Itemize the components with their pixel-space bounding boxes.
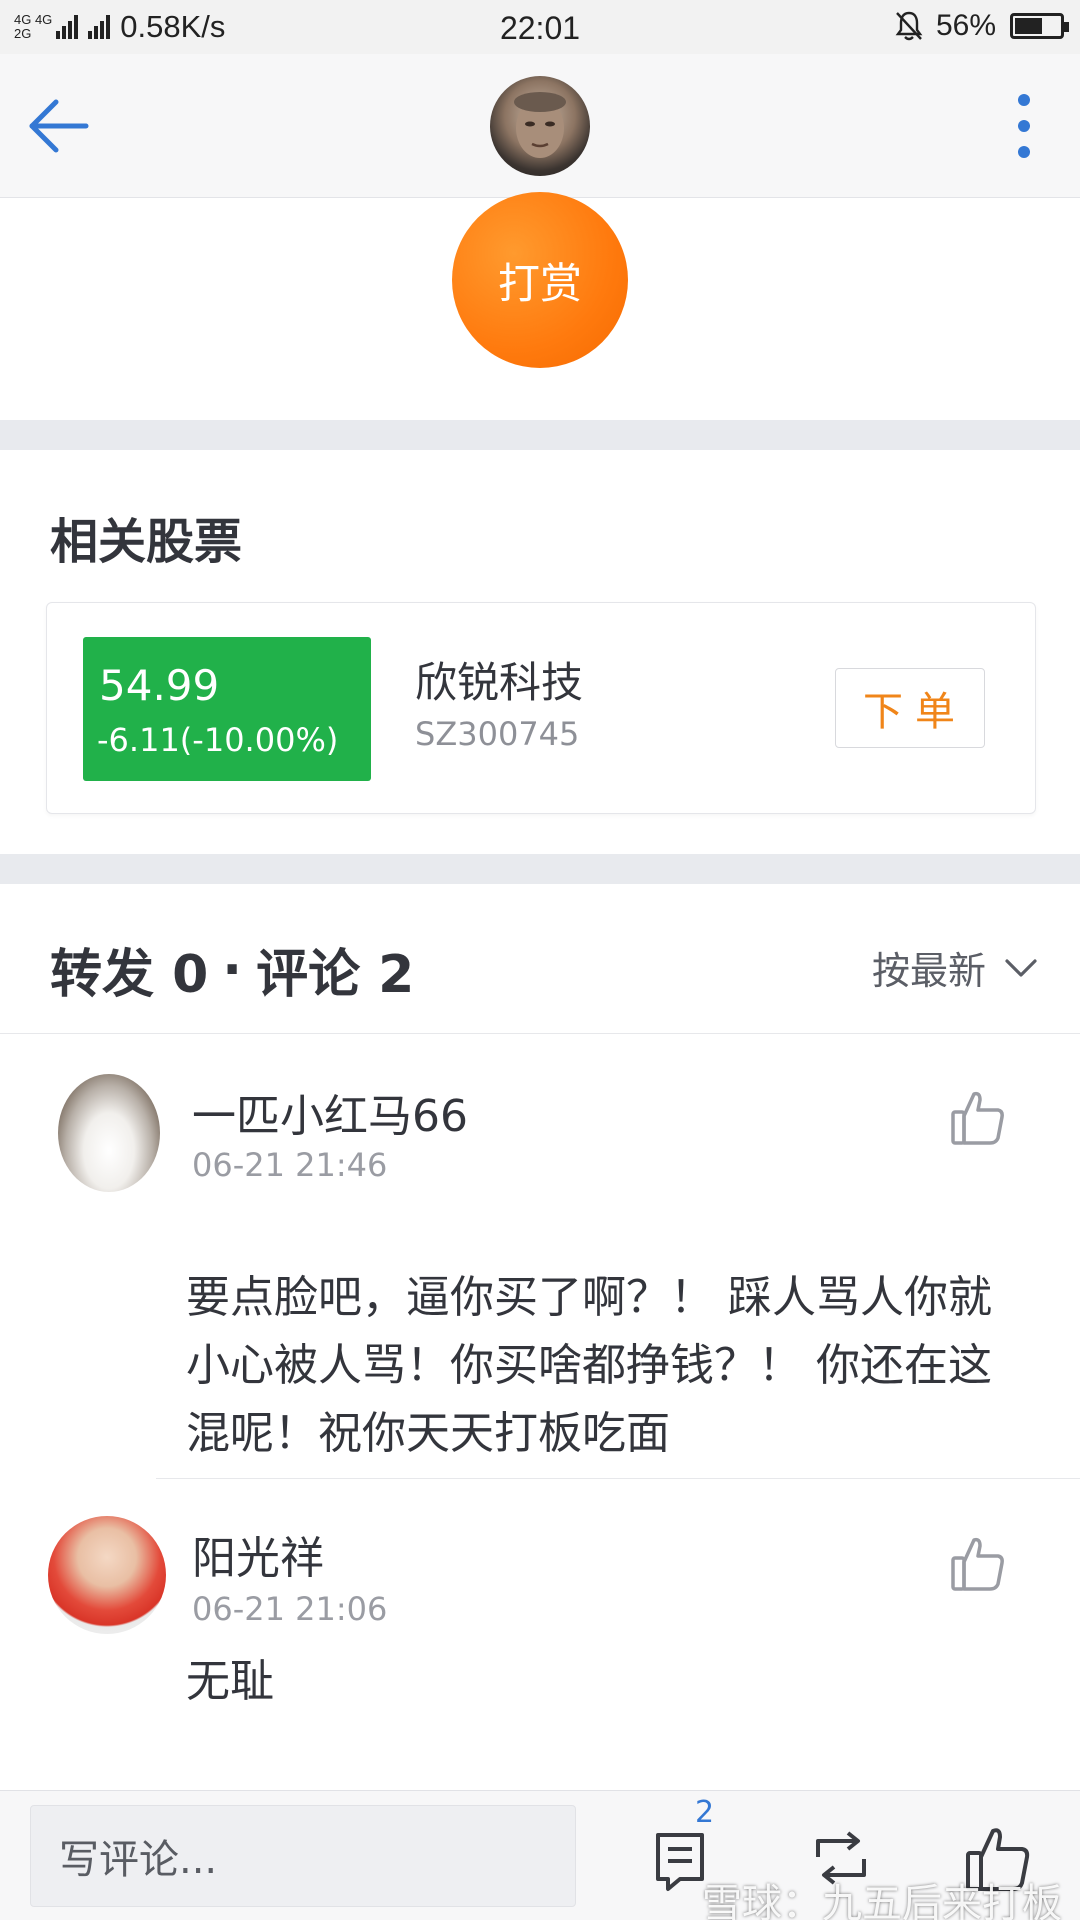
count-separator: ·: [222, 939, 243, 1000]
status-right: 56%: [894, 9, 1069, 43]
commenter-avatar[interactable]: [58, 1074, 160, 1192]
section-gap: [0, 420, 1080, 450]
commenter-avatar[interactable]: [48, 1516, 166, 1634]
stock-code: SZ300745: [415, 715, 580, 753]
stock-change: -6.11(-10.00%): [97, 721, 339, 759]
more-button[interactable]: [1012, 94, 1036, 158]
comment-count[interactable]: 评论 2: [256, 932, 414, 1007]
author-avatar[interactable]: [490, 76, 590, 176]
comment-time: 06-21 21:46: [192, 1146, 388, 1184]
comment-badge: 2: [695, 1795, 715, 1830]
comment-item: 一匹小红马66 06-21 21:46 要点脸吧，逼你买了啊？！ 踩人骂人你就小…: [0, 1034, 1080, 1459]
stock-card[interactable]: 54.99 -6.11(-10.00%) 欣锐科技 SZ300745 下单: [46, 602, 1036, 814]
back-button[interactable]: [26, 96, 92, 156]
like-button[interactable]: [950, 1088, 1006, 1146]
bottom-bar: 写评论... 2 雪球：九五后来打板: [0, 1790, 1080, 1920]
stock-price-box: 54.99 -6.11(-10.00%): [83, 637, 371, 781]
thumbs-up-icon: [951, 1091, 1004, 1145]
comments-count: 转发 0 · 评论 2: [50, 932, 414, 1007]
reward-button[interactable]: 打赏: [452, 192, 628, 368]
section-gap-2: [0, 854, 1080, 884]
forward-count[interactable]: 转发 0: [50, 932, 208, 1007]
nav-bar: [0, 54, 1080, 198]
comment-item: 阳光祥 06-21 21:06 无耻: [0, 1478, 1080, 1790]
comment-text: 要点脸吧，逼你买了啊？！ 踩人骂人你就小心被人骂！你买啥都挣钱？！ 你还在这混呢…: [186, 1272, 992, 1459]
more-vertical-icon-dot-3: [1018, 146, 1030, 158]
related-stocks-section: 相关股票 54.99 -6.11(-10.00%) 欣锐科技 SZ300745 …: [0, 450, 1080, 854]
like-button[interactable]: [950, 1534, 1006, 1592]
more-vertical-icon-dot-1: [1018, 94, 1030, 106]
battery-percent: 56%: [935, 9, 996, 42]
comment-input[interactable]: 写评论...: [30, 1805, 576, 1907]
comment-text: 无耻: [186, 1656, 274, 1707]
sort-dropdown[interactable]: 按最新: [872, 940, 1038, 995]
comments-header: 转发 0 · 评论 2 按最新: [0, 884, 1080, 1034]
stock-name: 欣锐科技: [415, 658, 584, 707]
battery-fill: [1015, 18, 1042, 34]
chevron-down-icon: [1005, 958, 1037, 977]
sort-label: 按最新: [871, 949, 986, 993]
order-button[interactable]: 下单: [835, 668, 985, 748]
comments-section: 转发 0 · 评论 2 按最新 一匹小红马66 06-21 21:46 要点脸吧…: [0, 884, 1080, 1790]
battery-icon: [1010, 13, 1069, 39]
related-stocks-title: 相关股票: [50, 514, 243, 570]
reward-section: 打赏: [0, 192, 1080, 420]
stock-price: 54.99: [99, 661, 220, 710]
thumbs-up-icon: [951, 1537, 1004, 1591]
mute-bell-icon: [895, 11, 923, 41]
arrow-left-icon: [29, 99, 89, 153]
more-vertical-icon-dot-2: [1018, 120, 1030, 132]
commenter-name[interactable]: 一匹小红马66: [192, 1080, 468, 1144]
watermark: 雪球：九五后来打板: [702, 1881, 1062, 1920]
status-bar: 4G 4G 2G 0.58K/s 22:01 56%: [0, 0, 1080, 54]
comment-time: 06-21 21:06: [192, 1590, 388, 1628]
commenter-name[interactable]: 阳光祥: [192, 1522, 324, 1586]
avatar-face: [514, 92, 566, 158]
